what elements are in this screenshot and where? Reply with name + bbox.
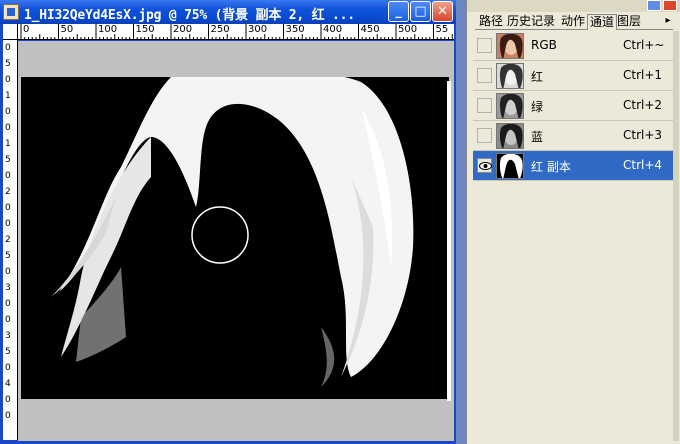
ruler-label: 350 bbox=[285, 24, 305, 35]
channel-thumbnail bbox=[496, 33, 524, 59]
ruler-label: 100 bbox=[98, 24, 118, 35]
ruler-label: 500 bbox=[398, 24, 418, 35]
channel-shortcut: Ctrl+1 bbox=[623, 68, 663, 82]
visibility-toggle[interactable] bbox=[477, 128, 492, 143]
image-canvas[interactable] bbox=[21, 77, 449, 399]
channel-name: RGB bbox=[531, 38, 557, 52]
ruler-label: 0 bbox=[5, 395, 11, 405]
ruler-label: 0 bbox=[5, 267, 11, 277]
ruler-label: 0 bbox=[5, 75, 11, 85]
ruler-label: 0 bbox=[5, 123, 11, 133]
ruler-vertical[interactable]: 0 5 0 1 0 0 1 5 0 2 0 0 2 5 0 3 0 0 3 5 0 4 0 0 bbox=[3, 40, 18, 440]
ruler-label: 0 bbox=[5, 363, 11, 373]
ruler-label: 200 bbox=[173, 24, 193, 35]
canvas-edge bbox=[447, 81, 451, 401]
channel-row-blue[interactable]: 蓝 Ctrl+3 bbox=[473, 121, 679, 151]
ruler-label: 5 bbox=[5, 347, 11, 357]
ruler-horizontal-ticks bbox=[20, 24, 453, 39]
visibility-toggle[interactable] bbox=[477, 68, 492, 83]
channel-shortcut: Ctrl+4 bbox=[623, 158, 663, 172]
maximize-button[interactable]: □ bbox=[410, 1, 431, 22]
tab-history[interactable]: 历史记录 bbox=[507, 14, 555, 30]
title-bar[interactable]: 1_HI32QeYd4EsX.jpg @ 75% (背景 副本 2, 红 ...… bbox=[0, 0, 456, 24]
hair-mask-image bbox=[21, 77, 449, 399]
ruler-label: 0 bbox=[5, 171, 11, 181]
ruler-label: 1 bbox=[5, 91, 11, 101]
eye-icon bbox=[479, 162, 492, 170]
channel-name: 红 bbox=[531, 70, 544, 84]
ruler-corner[interactable] bbox=[3, 24, 18, 40]
channel-thumbnail bbox=[496, 93, 524, 119]
panel-tabs: 路径 历史记录 动作 通道 图层 bbox=[475, 12, 673, 30]
ruler-label: 55 bbox=[435, 24, 449, 35]
window-title: 1_HI32QeYd4EsX.jpg @ 75% (背景 副本 2, 红 ... bbox=[24, 8, 355, 23]
channel-thumbnail bbox=[496, 153, 524, 179]
ruler-label: 3 bbox=[5, 331, 11, 341]
ruler-horizontal[interactable]: 0 50 100 150 200 250 300 350 400 450 500 55 bbox=[18, 24, 454, 40]
ruler-label: 0 bbox=[5, 299, 11, 309]
panel-close-button[interactable] bbox=[663, 0, 677, 11]
photoshop-doc-icon[interactable] bbox=[3, 4, 19, 20]
channel-row-green[interactable]: 绿 Ctrl+2 bbox=[473, 91, 679, 121]
channel-name: 蓝 bbox=[531, 130, 544, 144]
channels-panel: 路径 历史记录 动作 通道 图层 ▸ RGB Ctrl+~ 红 Ctrl+1 绿… bbox=[466, 0, 680, 444]
channel-name: 红 副本 bbox=[531, 160, 571, 174]
tab-channels[interactable]: 通道 bbox=[587, 14, 618, 30]
ruler-label: 250 bbox=[210, 24, 230, 35]
channel-shortcut: Ctrl+3 bbox=[623, 128, 663, 142]
visibility-toggle[interactable] bbox=[477, 98, 492, 113]
panel-titlebar[interactable] bbox=[467, 0, 680, 12]
channel-row-red[interactable]: 红 Ctrl+1 bbox=[473, 61, 679, 91]
tab-layers[interactable]: 图层 bbox=[617, 14, 641, 30]
ruler-label: 0 bbox=[23, 24, 30, 35]
channel-thumbnail bbox=[496, 63, 524, 89]
ruler-label: 400 bbox=[323, 24, 343, 35]
close-button[interactable]: ✕ bbox=[432, 1, 453, 22]
document-window: 1_HI32QeYd4EsX.jpg @ 75% (背景 副本 2, 红 ...… bbox=[0, 0, 456, 444]
visibility-toggle[interactable] bbox=[477, 38, 492, 53]
tab-paths[interactable]: 路径 bbox=[479, 14, 503, 30]
ruler-label: 5 bbox=[5, 59, 11, 69]
ruler-label: 0 bbox=[5, 43, 11, 53]
ruler-label: 450 bbox=[360, 24, 380, 35]
ruler-label: 0 bbox=[5, 203, 11, 213]
ruler-label: 50 bbox=[60, 24, 74, 35]
ruler-label: 150 bbox=[135, 24, 155, 35]
channel-row-rgb[interactable]: RGB Ctrl+~ bbox=[473, 31, 679, 61]
ruler-label: 4 bbox=[5, 379, 11, 389]
visibility-toggle[interactable] bbox=[477, 158, 492, 173]
ruler-label: 0 bbox=[5, 315, 11, 325]
panel-menu-arrow-icon[interactable]: ▸ bbox=[661, 13, 675, 28]
ruler-label: 1 bbox=[5, 139, 11, 149]
ruler-label: 300 bbox=[248, 24, 268, 35]
minimize-button[interactable]: _ bbox=[388, 1, 409, 22]
channel-shortcut: Ctrl+2 bbox=[623, 98, 663, 112]
channel-list: RGB Ctrl+~ 红 Ctrl+1 绿 Ctrl+2 蓝 Ctrl+3 红 … bbox=[473, 31, 679, 181]
ruler-label: 0 bbox=[5, 411, 11, 421]
channel-row-red-copy[interactable]: 红 副本 Ctrl+4 bbox=[473, 151, 679, 181]
ruler-label: 0 bbox=[5, 219, 11, 229]
tab-actions[interactable]: 动作 bbox=[561, 14, 585, 30]
panel-minimize-button[interactable] bbox=[647, 0, 661, 11]
ruler-label: 3 bbox=[5, 283, 11, 293]
ruler-label: 5 bbox=[5, 155, 11, 165]
panel-scrollbar[interactable] bbox=[673, 31, 679, 441]
channel-shortcut: Ctrl+~ bbox=[623, 38, 665, 52]
canvas-area[interactable] bbox=[18, 41, 454, 441]
ruler-label: 2 bbox=[5, 235, 11, 245]
ruler-label: 0 bbox=[5, 107, 11, 117]
ruler-label: 2 bbox=[5, 187, 11, 197]
channel-name: 绿 bbox=[531, 100, 544, 114]
channel-thumbnail bbox=[496, 123, 524, 149]
ruler-label: 5 bbox=[5, 251, 11, 261]
